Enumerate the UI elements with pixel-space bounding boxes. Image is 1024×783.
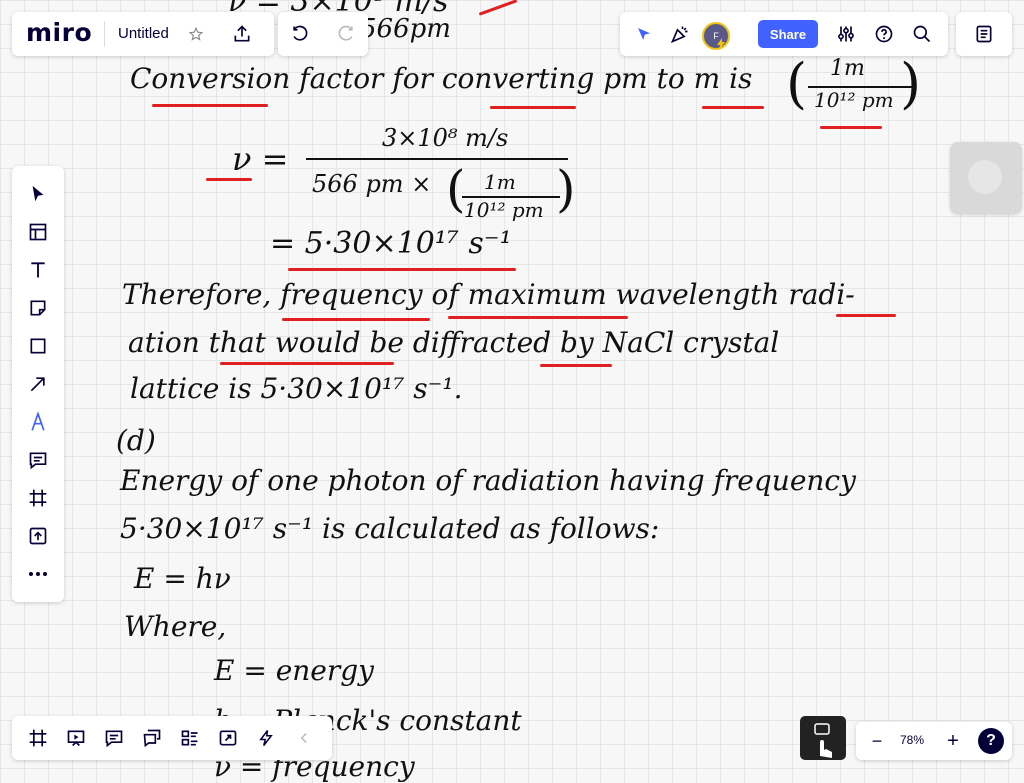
square-icon[interactable]	[26, 334, 50, 358]
zoom-in-button[interactable]: +	[942, 730, 964, 752]
underline-diffracted	[540, 364, 612, 367]
underline-nu	[206, 178, 252, 181]
help-icon[interactable]	[872, 22, 896, 46]
pointer-icon[interactable]	[632, 22, 656, 46]
upload-icon[interactable]	[26, 524, 50, 548]
where-label: Where,	[124, 610, 227, 643]
more-icon[interactable]	[26, 562, 50, 586]
eq-result: = 5·30×10¹⁷ s⁻¹	[270, 226, 512, 261]
energy-line-2: 5·30×10¹⁷ s⁻¹ is calculated as follows:	[120, 512, 660, 545]
bottom-toolbar	[12, 716, 332, 760]
collapse-icon[interactable]	[292, 726, 316, 750]
energy-formula: E = hν	[134, 562, 231, 595]
conv-factor-num: 1m	[830, 56, 865, 81]
zoom-level[interactable]: 78%	[900, 733, 924, 747]
energy-line-1: Energy of one photon of radiation having…	[120, 464, 856, 497]
underline-converting	[490, 106, 576, 109]
def-energy: E = energy	[214, 654, 375, 687]
eq-nu: ν =	[232, 140, 289, 178]
miro-logo[interactable]: miro	[26, 18, 92, 47]
therefore-line-2: ation that would be diffracted by NaCl c…	[128, 326, 780, 359]
note-conversion-line: Conversion factor for converting pm to m…	[130, 62, 753, 95]
cards-icon[interactable]	[178, 726, 202, 750]
underline-result	[288, 268, 516, 271]
pen-icon[interactable]	[26, 410, 50, 434]
underline-conversion	[152, 104, 268, 107]
search-icon[interactable]	[910, 22, 934, 46]
help-circle-button[interactable]: ?	[978, 728, 1004, 754]
export-icon[interactable]	[230, 22, 254, 46]
therefore-line-1: Therefore, frequency of maximum waveleng…	[122, 278, 855, 311]
celebration-icon[interactable]	[668, 22, 692, 46]
text-icon[interactable]	[26, 258, 50, 282]
hand-tool-button[interactable]	[800, 716, 846, 760]
underline-maximum	[448, 316, 628, 319]
frame-icon[interactable]	[26, 486, 50, 510]
eq-den-den: 10¹² pm	[464, 198, 544, 222]
note-top-partial-2: 566pm	[360, 14, 451, 44]
arrow-icon[interactable]	[26, 372, 50, 396]
cursor-icon[interactable]	[26, 182, 50, 206]
zoom-out-button[interactable]: −	[866, 730, 888, 752]
underline-m	[702, 106, 764, 109]
redo-icon[interactable]	[334, 22, 358, 46]
eq-den-num: 1m	[484, 170, 516, 194]
underline-that-would	[220, 362, 394, 365]
templates-icon[interactable]	[26, 220, 50, 244]
share-button[interactable]: Share	[758, 20, 818, 48]
comment-icon[interactable]	[26, 448, 50, 472]
star-icon[interactable]	[186, 24, 206, 44]
comments-icon[interactable]	[102, 726, 126, 750]
underline-radi	[836, 314, 896, 317]
board-menu-icon[interactable]	[972, 22, 996, 46]
video-chat-widget[interactable]	[950, 142, 1022, 214]
conv-factor-den: 10¹² pm	[814, 88, 894, 112]
screen-share-icon[interactable]	[216, 726, 240, 750]
therefore-line-3: lattice is 5·30×10¹⁷ s⁻¹.	[130, 372, 463, 405]
sticky-note-icon[interactable]	[26, 296, 50, 320]
chat-icon[interactable]	[140, 726, 164, 750]
underline-frequency	[282, 318, 430, 321]
lightning-badge-icon	[716, 38, 726, 50]
underline-fraction	[820, 126, 882, 129]
settings-sliders-icon[interactable]	[834, 22, 858, 46]
eq-numerator: 3×10⁸ m/s	[382, 124, 509, 152]
board-name[interactable]: Untitled	[118, 25, 169, 42]
undo-icon[interactable]	[288, 22, 312, 46]
part-label: (d)	[116, 424, 156, 457]
eq-denominator: 566 pm ×	[312, 170, 432, 198]
top-partial-underline	[478, 0, 518, 16]
presentation-icon[interactable]	[64, 726, 88, 750]
lightning-icon[interactable]	[254, 726, 278, 750]
frames-icon[interactable]	[26, 726, 50, 750]
